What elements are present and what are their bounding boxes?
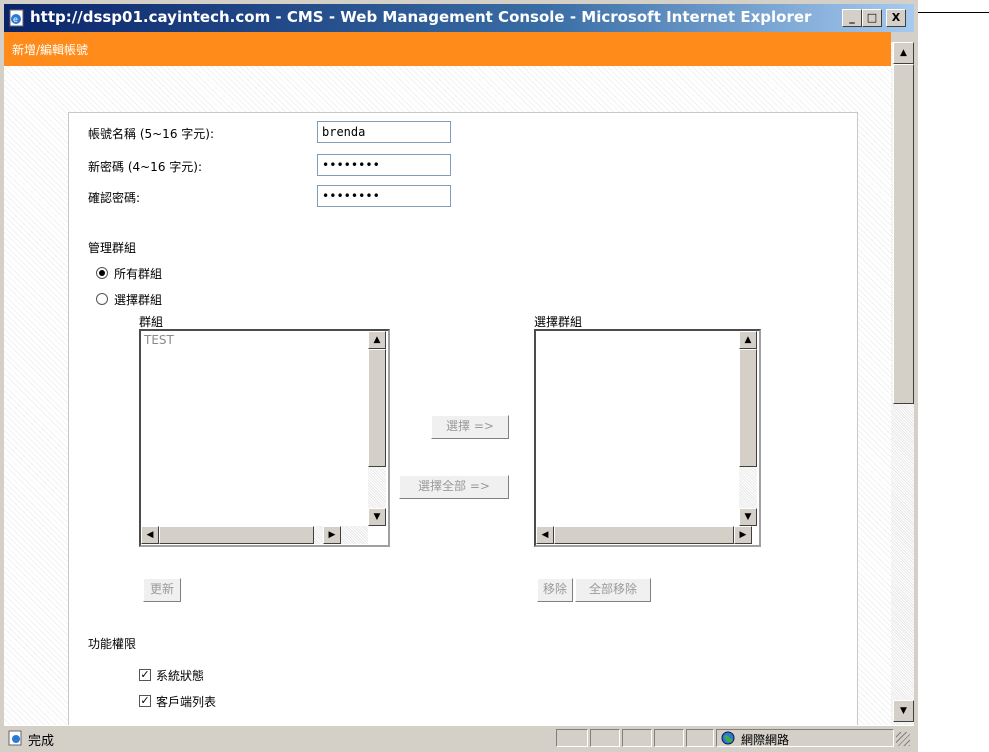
select-groups-radio[interactable] xyxy=(96,293,108,305)
page-vscroll-thumb[interactable] xyxy=(893,64,914,404)
status-text: 完成 xyxy=(28,734,55,749)
page-header: 新增/編輯帳號 xyxy=(4,32,891,66)
new-password-input[interactable]: •••••••• xyxy=(317,154,451,176)
minimize-button[interactable]: _ xyxy=(842,9,862,27)
globe-icon xyxy=(721,731,735,745)
selected-groups-label: 選擇群組 xyxy=(534,315,583,329)
page-content: 新增/編輯帳號 帳號名稱 (5~16 字元): brenda 新密碼 (4~16… xyxy=(4,32,891,725)
system-status-label: 系統狀態 xyxy=(156,669,205,683)
scroll-up-icon[interactable]: ▲ xyxy=(739,331,757,349)
zone-text: 網際網路 xyxy=(741,733,790,747)
window-title: http://dssp01.cayintech.com - CMS - Web … xyxy=(30,8,812,26)
confirm-password-input[interactable]: •••••••• xyxy=(317,185,451,207)
title-bar: e http://dssp01.cayintech.com - CMS - We… xyxy=(4,4,914,32)
client-list-checkbox[interactable]: ✓ xyxy=(139,695,151,707)
scroll-left-icon[interactable]: ◀ xyxy=(141,526,159,544)
selected-hscroll-thumb[interactable] xyxy=(554,526,734,544)
select-groups-label: 選擇群組 xyxy=(114,293,163,307)
select-button[interactable]: 選擇 => xyxy=(431,415,509,439)
account-name-input[interactable]: brenda xyxy=(317,121,451,143)
update-button[interactable]: 更新 xyxy=(143,578,181,602)
remove-all-button[interactable]: 全部移除 xyxy=(575,578,651,602)
groups-hscroll-thumb[interactable] xyxy=(159,526,314,544)
group-option-test[interactable]: TEST xyxy=(144,333,174,347)
status-bar: 完成 網際網路 xyxy=(4,725,914,750)
zone-cell: 網際網路 xyxy=(716,729,894,747)
scroll-down-icon[interactable]: ▼ xyxy=(893,700,914,722)
form-panel: 帳號名稱 (5~16 字元): brenda 新密碼 (4~16 字元): ••… xyxy=(68,112,858,725)
scroll-right-icon[interactable]: ▶ xyxy=(323,526,341,544)
page-title: 新增/編輯帳號 xyxy=(12,43,89,57)
scroll-up-icon[interactable]: ▲ xyxy=(368,331,386,349)
scroll-down-icon[interactable]: ▼ xyxy=(368,508,386,526)
scroll-down-icon[interactable]: ▼ xyxy=(739,508,757,526)
status-cell xyxy=(590,729,620,747)
browser-window: e http://dssp01.cayintech.com - CMS - We… xyxy=(0,0,918,752)
resize-grip-icon[interactable] xyxy=(896,732,910,746)
account-name-label: 帳號名稱 (5~16 字元): xyxy=(88,127,214,141)
status-cell xyxy=(686,729,714,747)
status-cell xyxy=(622,729,652,747)
groups-vscroll-thumb[interactable] xyxy=(368,349,386,467)
groups-list-label: 群組 xyxy=(139,315,164,329)
close-button[interactable]: X xyxy=(886,9,906,27)
svg-text:e: e xyxy=(13,15,18,24)
ie-page-icon: e xyxy=(9,9,24,27)
scroll-left-icon[interactable]: ◀ xyxy=(536,526,554,544)
groups-listbox[interactable]: TEST ▲ ▼ ◀ ▶ xyxy=(139,329,390,547)
all-groups-label: 所有群組 xyxy=(114,267,163,281)
client-list-label: 客戶端列表 xyxy=(156,695,217,709)
selected-vscroll-thumb[interactable] xyxy=(739,349,757,467)
select-all-button[interactable]: 選擇全部 => xyxy=(399,475,509,499)
permissions-label: 功能權限 xyxy=(88,637,137,651)
done-icon xyxy=(8,730,22,746)
selected-groups-listbox[interactable]: ▲ ▼ ◀ ▶ xyxy=(534,329,761,547)
outer-divider xyxy=(918,12,989,13)
system-status-checkbox[interactable]: ✓ xyxy=(139,669,151,681)
group-mgmt-label: 管理群組 xyxy=(88,241,137,255)
status-cell xyxy=(556,729,588,747)
maximize-button[interactable]: □ xyxy=(862,9,882,27)
all-groups-radio[interactable] xyxy=(96,267,108,279)
status-cell xyxy=(654,729,684,747)
remove-button[interactable]: 移除 xyxy=(537,578,573,602)
scroll-up-icon[interactable]: ▲ xyxy=(893,42,914,64)
new-password-label: 新密碼 (4~16 字元): xyxy=(88,160,202,174)
scroll-right-icon[interactable]: ▶ xyxy=(734,526,752,544)
confirm-password-label: 確認密碼: xyxy=(88,191,141,205)
